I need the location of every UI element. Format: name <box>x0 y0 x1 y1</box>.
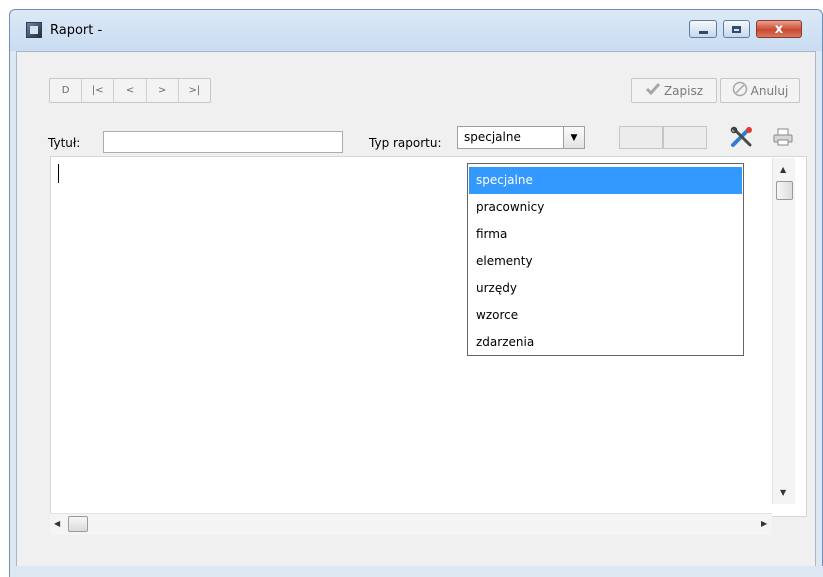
dropdown-option-urzedy[interactable]: urzędy <box>469 275 742 302</box>
vertical-scroll-thumb[interactable] <box>776 181 793 200</box>
save-label: Zapisz <box>663 83 704 98</box>
scroll-right-icon[interactable]: ▶ <box>761 519 767 528</box>
minimize-icon <box>698 30 708 34</box>
record-navigator: D |< < > >| <box>49 78 211 103</box>
cancel-label: Anuluj <box>750 83 789 98</box>
scroll-up-icon[interactable]: ▲ <box>780 165 786 174</box>
dropdown-option-specjalne[interactable]: specjalne <box>469 167 742 194</box>
new-record-button[interactable]: D <box>50 79 83 102</box>
report-type-dropdown-list: specjalne pracownicy firma elementy urzę… <box>467 163 744 356</box>
save-button[interactable]: Zapisz <box>631 78 717 103</box>
dropdown-arrow-button[interactable]: ▼ <box>563 127 584 148</box>
window-title: Raport - <box>50 23 103 38</box>
dropdown-option-pracownicy[interactable]: pracownicy <box>469 194 742 221</box>
close-button[interactable]: x <box>756 20 802 38</box>
horizontal-scrollbar[interactable]: ◀ ▶ <box>50 513 772 535</box>
last-record-button[interactable]: >| <box>179 79 210 102</box>
report-type-value: specjalne <box>464 130 521 144</box>
window-bottom-frame <box>10 566 823 577</box>
scroll-left-icon[interactable]: ◀ <box>54 519 60 528</box>
print-button[interactable] <box>770 127 796 149</box>
text-caret <box>58 164 59 183</box>
dropdown-option-elementy[interactable]: elementy <box>469 248 742 275</box>
close-icon: x <box>774 21 784 37</box>
next-record-button[interactable]: > <box>147 79 179 102</box>
dropdown-option-wzorce[interactable]: wzorce <box>469 302 742 329</box>
app-icon <box>26 22 42 38</box>
report-type-label: Typ raportu: <box>369 136 442 150</box>
title-input[interactable] <box>103 131 343 153</box>
report-type-select[interactable]: specjalne ▼ <box>457 126 585 149</box>
first-record-button[interactable]: |< <box>82 79 115 102</box>
tools-icon <box>730 126 754 151</box>
previous-record-button[interactable]: < <box>114 79 147 102</box>
cancel-icon <box>732 81 748 100</box>
tools-button[interactable] <box>729 126 755 151</box>
field-box-1[interactable] <box>619 126 663 149</box>
vertical-scrollbar[interactable]: ▲ ▼ <box>772 158 795 504</box>
chevron-down-icon: ▼ <box>570 132 578 143</box>
check-icon <box>645 82 661 99</box>
maximize-icon <box>732 25 741 33</box>
field-box-2[interactable] <box>663 126 707 149</box>
title-bar[interactable]: Raport - x <box>10 10 822 51</box>
horizontal-scroll-thumb[interactable] <box>68 516 88 532</box>
dropdown-option-zdarzenia[interactable]: zdarzenia <box>469 329 742 356</box>
printer-icon <box>772 127 794 150</box>
scroll-down-icon[interactable]: ▼ <box>780 488 786 497</box>
title-label: Tytuł: <box>48 136 81 150</box>
cancel-button[interactable]: Anuluj <box>720 78 800 103</box>
dropdown-option-firma[interactable]: firma <box>469 221 742 248</box>
minimize-button[interactable] <box>689 20 717 38</box>
maximize-button[interactable] <box>723 20 750 38</box>
